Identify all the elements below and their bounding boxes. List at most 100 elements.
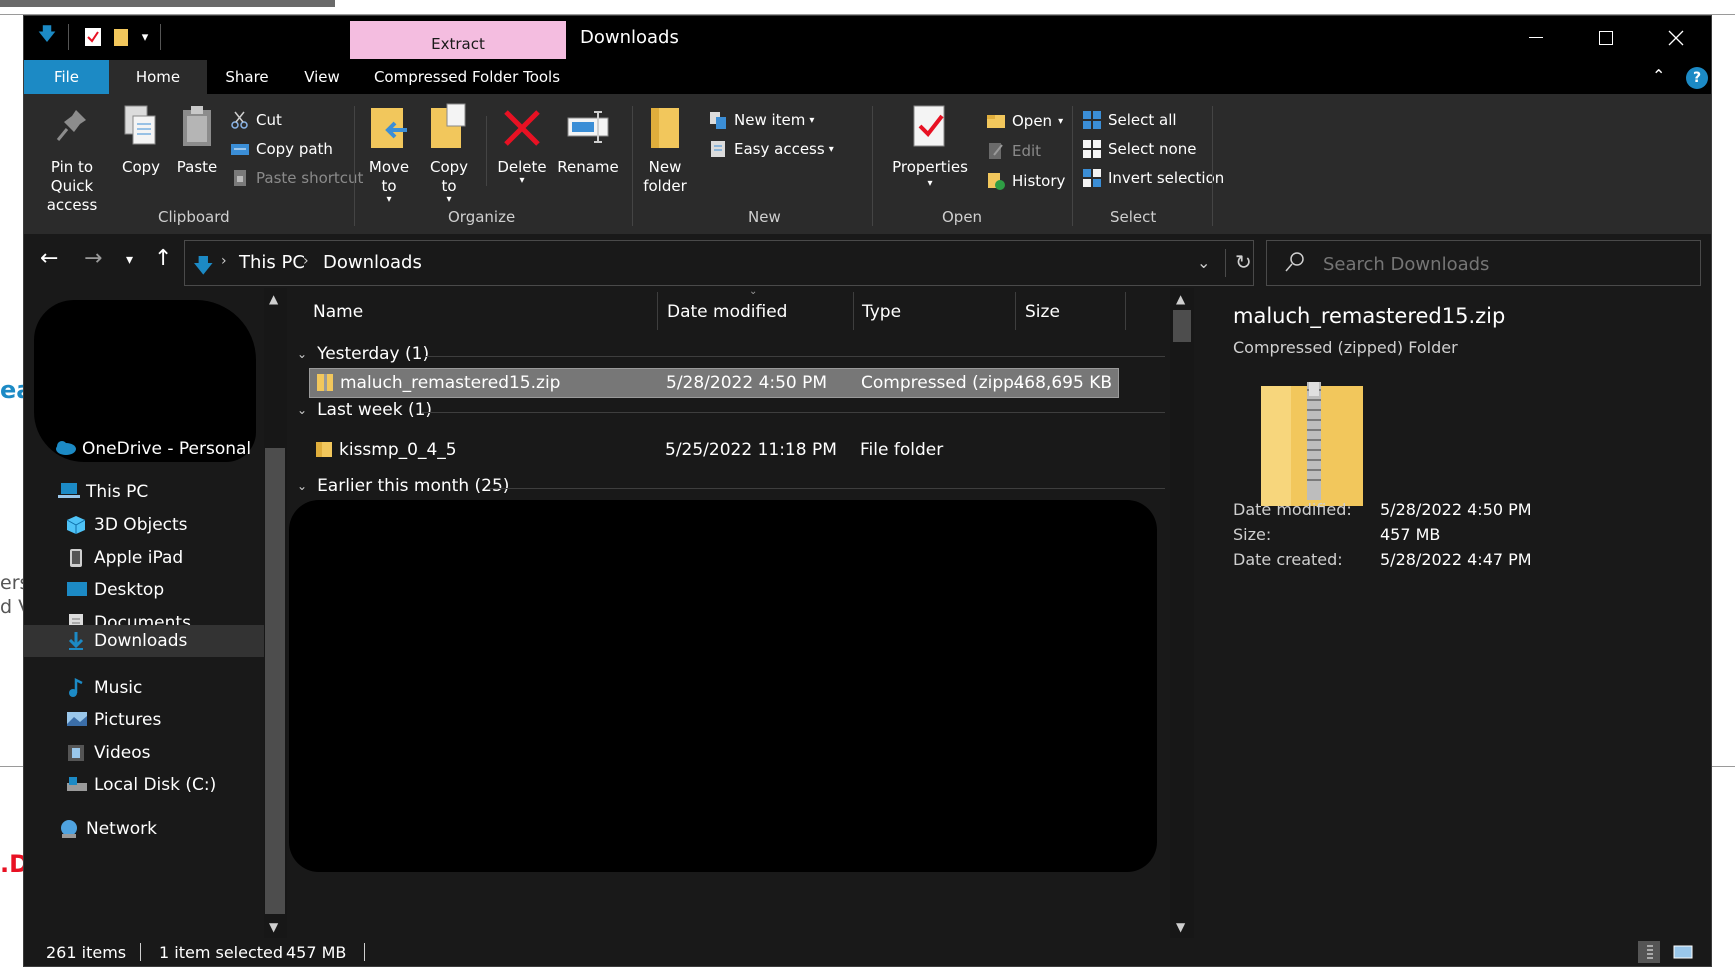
nav-label: Music: [94, 678, 143, 698]
address-history-chevron-icon[interactable]: ⌄: [1197, 253, 1210, 272]
close-button[interactable]: [1641, 16, 1711, 60]
customize-toolbar-icon[interactable]: ▾: [134, 26, 156, 48]
column-header-name[interactable]: Name: [313, 302, 363, 322]
column-divider[interactable]: [657, 292, 658, 330]
tab-view[interactable]: View: [287, 60, 357, 94]
paste-button[interactable]: Paste: [172, 102, 222, 177]
group-divider: [354, 106, 355, 226]
properties-button[interactable]: Properties ▾: [880, 102, 980, 191]
tab-share[interactable]: Share: [207, 60, 287, 94]
column-header-type[interactable]: Type: [862, 302, 901, 322]
open-button[interactable]: Open ▾: [986, 109, 1063, 133]
delete-button[interactable]: Delete ▾: [494, 102, 550, 186]
move-to-button[interactable]: Move to ▾: [364, 102, 414, 205]
new-folder-button[interactable]: New folder: [640, 102, 690, 196]
maximize-button[interactable]: [1571, 16, 1641, 60]
scroll-down-icon[interactable]: ▼: [269, 920, 278, 934]
copy-button[interactable]: Copy: [116, 102, 166, 177]
file-name: kissmp_0_4_5: [339, 440, 457, 460]
large-icons-view-icon[interactable]: [1672, 941, 1694, 963]
address-bar[interactable]: 🡇 › This PC › Downloads ⌄ ↻: [184, 240, 1254, 286]
new-folder-icon[interactable]: [110, 26, 132, 48]
copy-to-button[interactable]: Copy to ▾: [424, 102, 474, 205]
up-arrow-icon[interactable]: ↑: [154, 246, 172, 271]
file-list-scrollbar[interactable]: [1170, 288, 1194, 938]
nav-label: Pictures: [94, 710, 162, 730]
drive-icon: [66, 775, 88, 795]
preview-date-modified-label: Date modified:: [1233, 500, 1352, 519]
column-divider[interactable]: [1015, 292, 1016, 330]
pin-label-line2: access: [46, 196, 98, 214]
column-divider[interactable]: [1125, 292, 1126, 330]
breadcrumb-separator-icon[interactable]: ›: [303, 253, 309, 269]
properties-label: Properties: [892, 158, 968, 176]
chevron-down-icon: ⌄: [297, 403, 308, 417]
rename-button[interactable]: Rename: [556, 102, 620, 177]
file-list-scrollbar-thumb[interactable]: [1173, 310, 1191, 342]
history-button[interactable]: History: [986, 169, 1065, 193]
group-header-earlier-this-month[interactable]: ⌄ Earlier this month (25): [297, 476, 509, 496]
ribbon: Pin to Quick access Copy Paste Cut Copy …: [24, 94, 1711, 234]
file-row[interactable]: kissmp_0_4_5 5/25/2022 11:18 PM File fol…: [309, 436, 1119, 466]
zip-folder-icon: [1257, 380, 1367, 514]
minimize-button[interactable]: [1501, 16, 1571, 60]
nav-label: This PC: [86, 482, 149, 502]
tab-home[interactable]: Home: [109, 60, 207, 94]
nav-scrollbar-thumb[interactable]: [265, 448, 285, 914]
status-bar: 261 items 1 item selected 457 MB: [24, 938, 1711, 966]
search-box[interactable]: [1266, 240, 1701, 286]
file-list: Name ⌄ Date modified Type Size ⌄ Yesterd…: [287, 286, 1297, 938]
group-label-select: Select: [1110, 208, 1157, 226]
new-item-button[interactable]: New item ▾: [708, 108, 814, 132]
scroll-up-icon[interactable]: ▲: [269, 292, 278, 306]
copy-path-button[interactable]: Copy path: [230, 137, 333, 161]
tab-extract[interactable]: Extract: [350, 21, 566, 59]
breadcrumb-downloads[interactable]: Downloads: [323, 252, 422, 273]
downloads-arrow-icon: 🡇: [193, 253, 214, 277]
column-header-size[interactable]: Size: [1025, 302, 1060, 322]
back-arrow-icon[interactable]: ←: [40, 246, 58, 271]
edit-button[interactable]: Edit: [986, 139, 1041, 163]
column-divider[interactable]: [853, 292, 854, 330]
paste-shortcut-button[interactable]: Paste shortcut: [230, 166, 363, 190]
edit-label: Edit: [1012, 142, 1042, 160]
file-name: maluch_remastered15.zip: [340, 373, 561, 393]
chevron-up-icon[interactable]: ⌃: [1652, 66, 1665, 85]
help-icon[interactable]: ?: [1686, 67, 1708, 89]
select-all-button[interactable]: Select all: [1082, 108, 1177, 132]
forward-arrow-icon[interactable]: →: [84, 246, 102, 271]
properties-icon[interactable]: [82, 26, 104, 48]
file-row-selected[interactable]: maluch_remastered15.zip 5/28/2022 4:50 P…: [309, 368, 1119, 398]
nav-item-network[interactable]: Network: [58, 812, 298, 846]
select-none-button[interactable]: Select none: [1082, 137, 1196, 161]
status-divider: [364, 943, 365, 961]
file-date: 5/28/2022 4:50 PM: [666, 373, 828, 393]
nav-item-onedrive[interactable]: OneDrive - Personal: [54, 432, 294, 466]
column-header-date-modified[interactable]: Date modified: [667, 302, 787, 322]
group-label: Earlier this month (25): [317, 476, 510, 496]
tablet-icon: [66, 548, 88, 568]
download-arrow-icon[interactable]: 🡇: [36, 24, 58, 48]
scroll-down-icon[interactable]: ▼: [1176, 920, 1185, 934]
invert-selection-button[interactable]: Invert selection: [1082, 166, 1224, 190]
tab-file[interactable]: File: [24, 60, 109, 94]
details-view-icon[interactable]: [1638, 941, 1660, 963]
search-input[interactable]: [1323, 251, 1683, 277]
easy-access-button[interactable]: Easy access ▾: [708, 137, 834, 161]
pin-to-quick-access-button[interactable]: Pin to Quick access: [34, 102, 110, 215]
cloud-icon: [54, 439, 76, 459]
tab-compressed-folder-tools[interactable]: Compressed Folder Tools: [367, 60, 567, 94]
address-divider: [1225, 249, 1226, 277]
breadcrumb-this-pc[interactable]: This PC: [239, 252, 305, 273]
nav-item-this-pc[interactable]: This PC: [58, 475, 298, 509]
breadcrumb-separator-icon[interactable]: ›: [221, 253, 227, 269]
recent-locations-chevron-icon[interactable]: ▾: [126, 252, 133, 268]
select-none-icon: [1082, 139, 1102, 159]
cut-button[interactable]: Cut: [230, 108, 282, 132]
group-header-last-week[interactable]: ⌄ Last week (1): [297, 400, 432, 420]
scroll-up-icon[interactable]: ▲: [1176, 292, 1185, 306]
refresh-icon[interactable]: ↻: [1235, 250, 1252, 274]
navigation-pane: OneDrive - Personal This PC 3D Objects A…: [24, 288, 287, 938]
group-header-yesterday[interactable]: ⌄ Yesterday (1): [297, 344, 429, 364]
preview-date-modified: 5/28/2022 4:50 PM: [1380, 500, 1532, 519]
